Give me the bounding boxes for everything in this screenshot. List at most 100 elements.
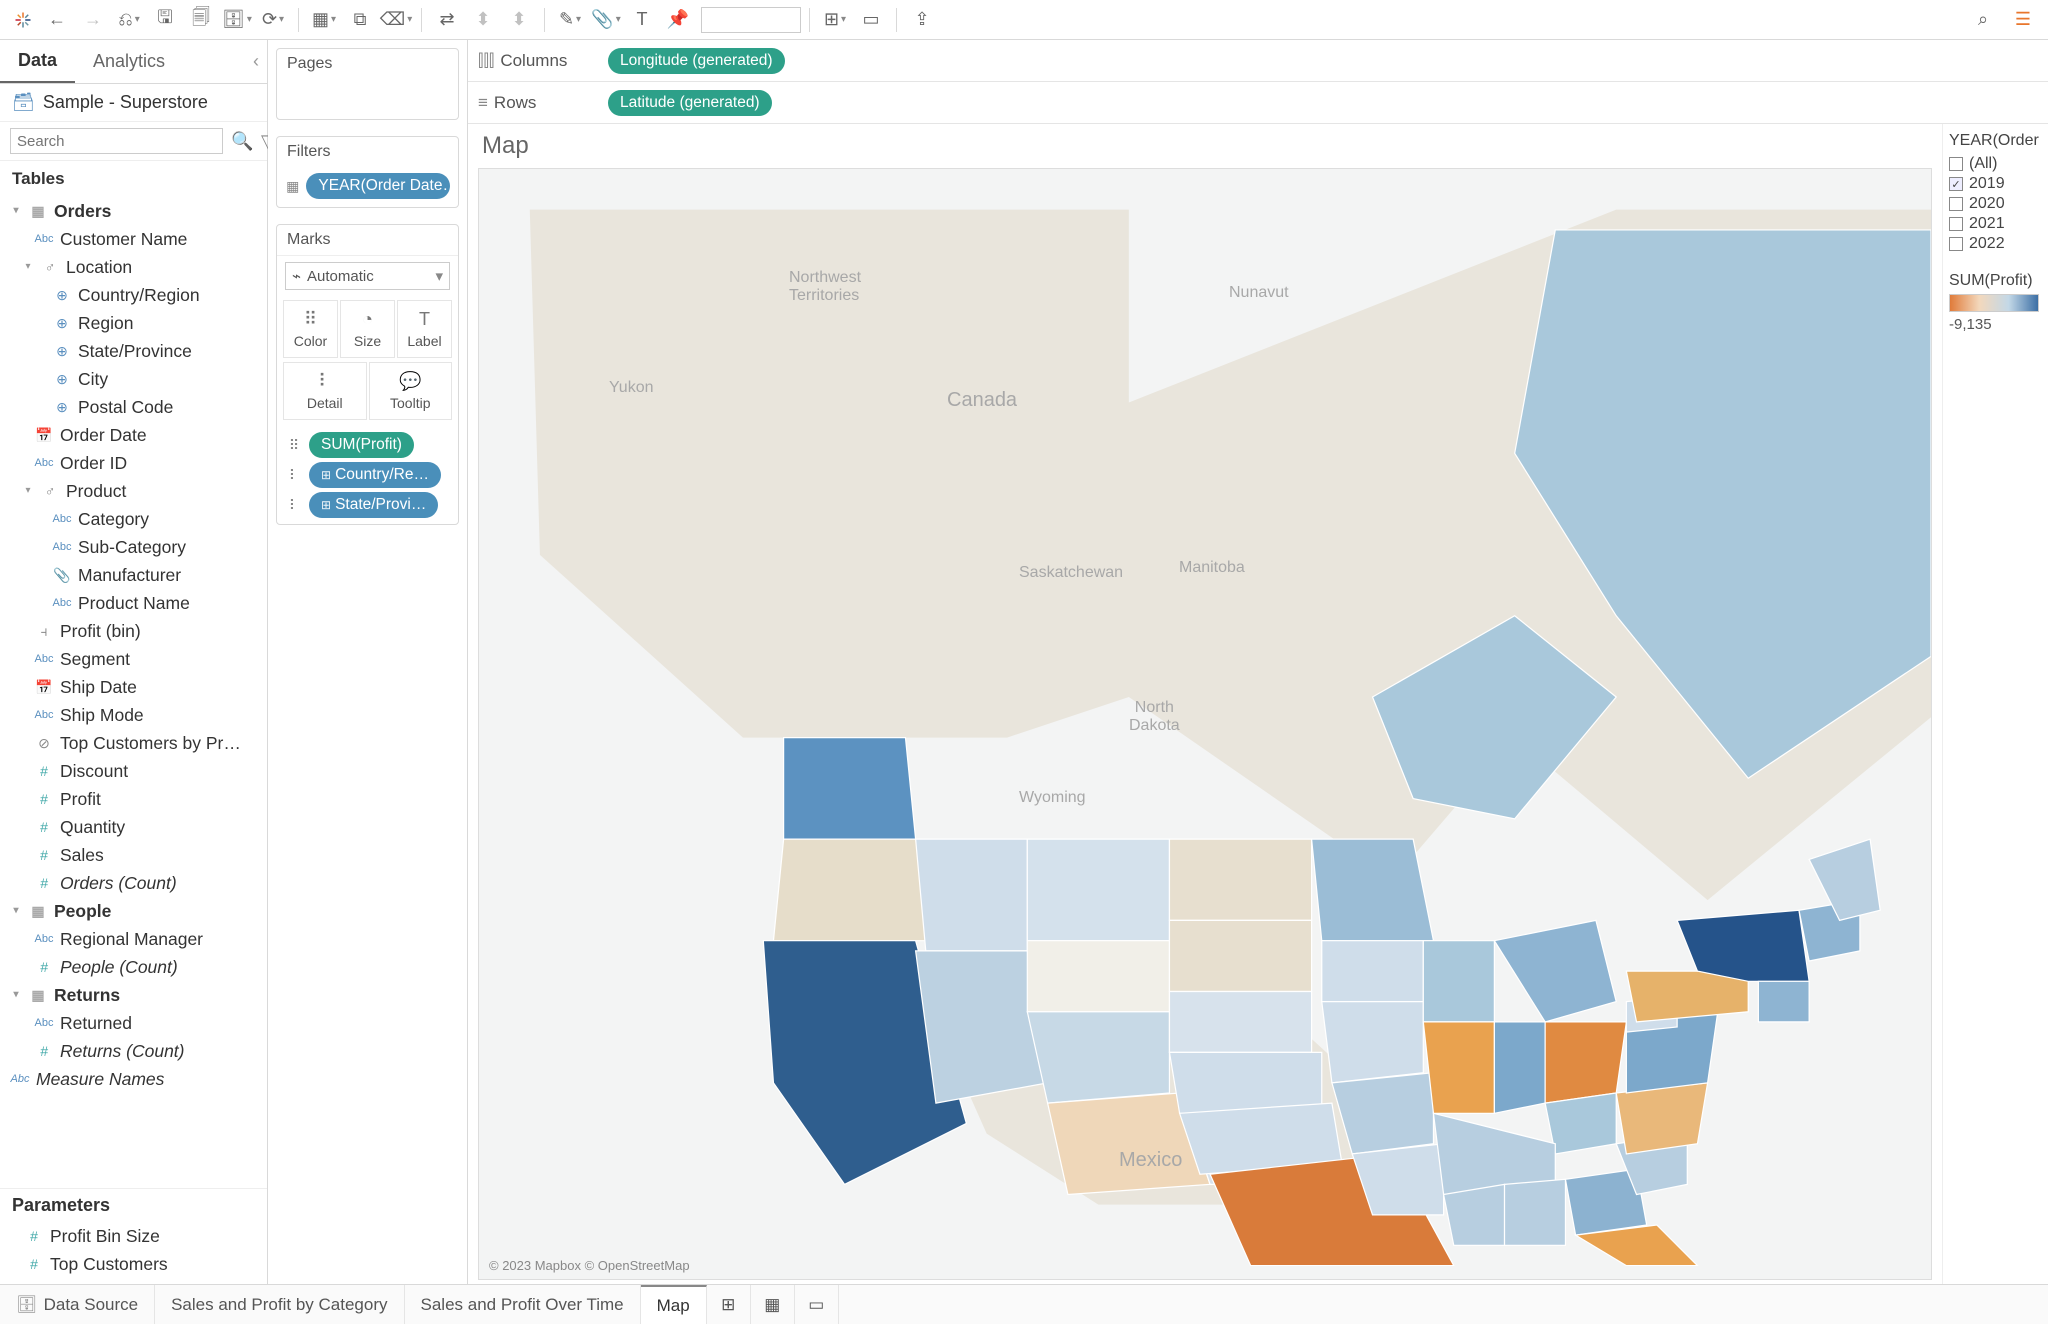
pause-data-button[interactable]: 🗄: [220, 3, 254, 37]
field-returns-count[interactable]: #Returns (Count): [0, 1037, 267, 1065]
sort-asc-button[interactable]: ⬍: [466, 3, 500, 37]
search-icon[interactable]: 🔍: [231, 131, 253, 152]
table-returns[interactable]: ▾▦Returns: [0, 981, 267, 1009]
field-product[interactable]: ▾♂Product: [0, 477, 267, 505]
field-profit-bin[interactable]: ⫞Profit (bin): [0, 617, 267, 645]
year-filter-all[interactable]: (All): [1949, 154, 2042, 174]
field-category[interactable]: AbcCategory: [0, 505, 267, 533]
tables-header: Tables: [0, 161, 267, 197]
field-postal-code[interactable]: ⊕Postal Code: [0, 393, 267, 421]
filter-slot-icon: ▦: [285, 178, 300, 195]
show-me-button[interactable]: ☰: [2006, 3, 2040, 37]
detail-slot-icon: ⠇: [285, 467, 303, 484]
field-customer-name[interactable]: AbcCustomer Name: [0, 225, 267, 253]
new-worksheet-button[interactable]: ▦: [307, 3, 341, 37]
param-profit-bin-size[interactable]: #Profit Bin Size: [0, 1222, 267, 1250]
guide-button[interactable]: ⌕: [1966, 3, 2000, 37]
field-order-id[interactable]: AbcOrder ID: [0, 449, 267, 477]
group-button[interactable]: 📎: [589, 3, 623, 37]
mark-pill-sum-profit[interactable]: SUM(Profit): [309, 432, 414, 458]
marks-detail-button[interactable]: ⠇Detail: [283, 362, 367, 420]
mark-pill-country[interactable]: ⊞Country/Re…: [309, 462, 441, 488]
rows-shelf[interactable]: ≡Rows Latitude (generated): [468, 82, 2048, 124]
refresh-button[interactable]: ⟳: [256, 3, 290, 37]
marks-tooltip-button[interactable]: 💬Tooltip: [369, 362, 453, 420]
field-regional-manager[interactable]: AbcRegional Manager: [0, 925, 267, 953]
marks-label-button[interactable]: TLabel: [397, 300, 452, 358]
data-search-input[interactable]: [10, 128, 223, 154]
table-people[interactable]: ▾▦People: [0, 897, 267, 925]
field-product-name[interactable]: AbcProduct Name: [0, 589, 267, 617]
undo-dropdown[interactable]: ⎌: [112, 3, 146, 37]
map-visualization[interactable]: Northwest Territories Yukon Nunavut Cana…: [478, 168, 1932, 1280]
sheet-title[interactable]: Map: [468, 124, 1942, 164]
share-button[interactable]: ⇪: [905, 3, 939, 37]
marks-color-button[interactable]: ⠿Color: [283, 300, 338, 358]
datasource-row[interactable]: 🗃 Sample - Superstore: [0, 84, 267, 122]
field-ship-date[interactable]: 📅Ship Date: [0, 673, 267, 701]
sheet-tab-2[interactable]: Sales and Profit Over Time: [405, 1285, 641, 1324]
year-filter-2019[interactable]: ✓2019: [1949, 174, 2042, 194]
year-filter-2020[interactable]: 2020: [1949, 194, 2042, 214]
tab-data[interactable]: Data: [0, 40, 75, 83]
field-returned[interactable]: AbcReturned: [0, 1009, 267, 1037]
clear-button[interactable]: ⌫: [379, 3, 413, 37]
param-top-customers[interactable]: #Top Customers: [0, 1250, 267, 1278]
filters-shelf[interactable]: Filters ▦ YEAR(Order Date…: [276, 136, 459, 208]
field-orders-count[interactable]: #Orders (Count): [0, 869, 267, 897]
pin-button[interactable]: 📌: [661, 3, 695, 37]
year-filter-2022[interactable]: 2022: [1949, 234, 2042, 254]
filter-pill-year[interactable]: YEAR(Order Date…: [306, 173, 450, 199]
field-location[interactable]: ▾♂Location: [0, 253, 267, 281]
field-city[interactable]: ⊕City: [0, 365, 267, 393]
sheet-tab-map[interactable]: Map: [641, 1285, 707, 1324]
field-quantity[interactable]: #Quantity: [0, 813, 267, 841]
table-orders[interactable]: ▾▦Orders: [0, 197, 267, 225]
new-dashboard-tab[interactable]: ▦: [751, 1285, 795, 1324]
field-sales[interactable]: #Sales: [0, 841, 267, 869]
sheet-tab-1[interactable]: Sales and Profit by Category: [155, 1285, 404, 1324]
view-area: ⫿⫿⫿Columns Longitude (generated) ≡Rows L…: [468, 40, 2048, 1284]
highlight-button[interactable]: ✎: [553, 3, 587, 37]
marks-size-button[interactable]: ◔Size: [340, 300, 395, 358]
collapse-data-pane-icon[interactable]: ‹: [253, 51, 259, 72]
field-region[interactable]: ⊕Region: [0, 309, 267, 337]
field-discount[interactable]: #Discount: [0, 757, 267, 785]
new-datasource-button[interactable]: 🗐: [184, 3, 218, 37]
field-top-customers[interactable]: ⊘Top Customers by Pr…: [0, 729, 267, 757]
totals-button[interactable]: T: [625, 3, 659, 37]
field-segment[interactable]: AbcSegment: [0, 645, 267, 673]
save-button[interactable]: 🖫: [148, 3, 182, 37]
field-sub-category[interactable]: AbcSub-Category: [0, 533, 267, 561]
forward-button[interactable]: →: [76, 3, 110, 37]
field-measure-names[interactable]: AbcMeasure Names: [0, 1065, 267, 1093]
mark-pill-state[interactable]: ⊞State/Provi…: [309, 492, 438, 518]
toolbar-search-input[interactable]: [701, 7, 801, 33]
color-legend-gradient[interactable]: [1949, 294, 2039, 312]
pages-shelf[interactable]: Pages: [276, 48, 459, 120]
field-manufacturer[interactable]: 📎Manufacturer: [0, 561, 267, 589]
swap-button[interactable]: ⇄: [430, 3, 464, 37]
tab-analytics[interactable]: Analytics: [75, 41, 183, 82]
mark-type-select[interactable]: ⌁ Automatic ▾: [285, 262, 450, 290]
field-profit[interactable]: #Profit: [0, 785, 267, 813]
new-worksheet-icon: ⊞: [721, 1295, 735, 1315]
new-worksheet-tab[interactable]: ⊞: [707, 1285, 751, 1324]
fit-dropdown[interactable]: ⊞: [818, 3, 852, 37]
tooltip-icon: 💬: [399, 371, 421, 392]
rows-pill-latitude[interactable]: Latitude (generated): [608, 90, 772, 116]
sort-desc-button[interactable]: ⬍: [502, 3, 536, 37]
columns-shelf[interactable]: ⫿⫿⫿Columns Longitude (generated): [468, 40, 2048, 82]
presentation-button[interactable]: ▭: [854, 3, 888, 37]
duplicate-button[interactable]: ⧉: [343, 3, 377, 37]
year-filter-2021[interactable]: 2021: [1949, 214, 2042, 234]
field-order-date[interactable]: 📅Order Date: [0, 421, 267, 449]
field-people-count[interactable]: #People (Count): [0, 953, 267, 981]
datasource-tab[interactable]: 🗄Data Source: [0, 1285, 155, 1324]
columns-pill-longitude[interactable]: Longitude (generated): [608, 48, 785, 74]
field-ship-mode[interactable]: AbcShip Mode: [0, 701, 267, 729]
back-button[interactable]: ←: [40, 3, 74, 37]
field-state-province[interactable]: ⊕State/Province: [0, 337, 267, 365]
field-country-region[interactable]: ⊕Country/Region: [0, 281, 267, 309]
new-story-tab[interactable]: ▭: [795, 1285, 839, 1324]
